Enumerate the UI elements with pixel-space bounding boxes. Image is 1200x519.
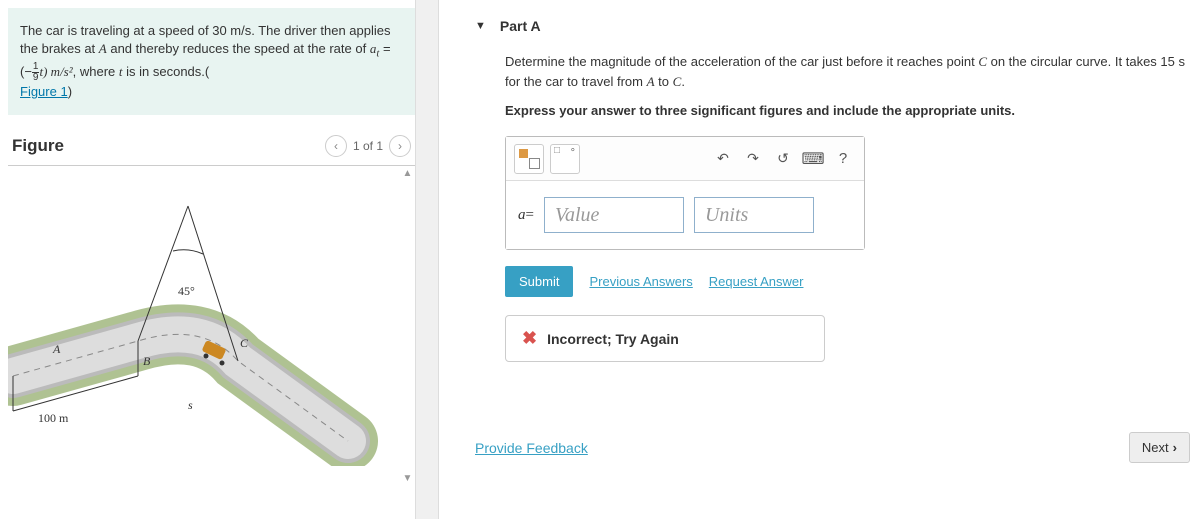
chevron-right-icon: ›	[1173, 440, 1177, 455]
figure-header: Figure ‹ 1 of 1 ›	[8, 115, 415, 165]
figure-link[interactable]: Figure 1	[20, 84, 68, 99]
figure-title: Figure	[12, 136, 64, 156]
next-button[interactable]: Next ›	[1129, 432, 1190, 463]
collapse-icon[interactable]: ▼	[475, 20, 486, 32]
problem-text: )	[68, 84, 72, 99]
provide-feedback-link[interactable]: Provide Feedback	[475, 440, 588, 456]
figure-counter: 1 of 1	[353, 139, 383, 153]
eq-rhs: t) m/s²	[39, 64, 72, 79]
point-a: A	[99, 41, 107, 56]
problem-text: The car is traveling at a speed of 30	[20, 23, 230, 38]
point-s-label: s	[188, 398, 193, 413]
point-c-label: C	[240, 336, 248, 351]
instruction: Express your answer to three significant…	[469, 103, 1190, 136]
incorrect-icon: ✖	[522, 328, 537, 349]
special-char-button[interactable]	[550, 144, 580, 174]
question-text: Determine the magnitude of the accelerat…	[469, 52, 1190, 103]
value-input[interactable]: Value	[544, 197, 684, 233]
part-title: Part A	[500, 18, 541, 34]
panel-divider[interactable]	[415, 0, 439, 519]
reset-icon[interactable]: ↺	[770, 146, 796, 172]
feedback-text: Incorrect; Try Again	[547, 331, 679, 347]
scroll-down-icon[interactable]: ▼	[401, 471, 415, 485]
variable-label: a =	[518, 197, 534, 233]
problem-text: and thereby reduces the speed at the rat…	[107, 41, 370, 56]
distance-label: 100 m	[38, 411, 68, 426]
q-text: Determine the magnitude of the accelerat…	[505, 54, 978, 69]
units-input[interactable]: Units	[694, 197, 814, 233]
next-label: Next	[1142, 440, 1169, 455]
scroll-up-icon[interactable]: ▲	[401, 166, 415, 180]
right-panel: ▼ Part A Determine the magnitude of the …	[439, 0, 1200, 519]
bottom-row: Provide Feedback Next ›	[469, 432, 1190, 463]
action-row: Submit Previous Answers Request Answer	[505, 266, 1190, 297]
figure-prev-button[interactable]: ‹	[325, 135, 347, 157]
request-answer-link[interactable]: Request Answer	[709, 274, 804, 289]
figure-body: 45° 100 m A B C s ▲ ▼	[8, 165, 415, 485]
figure-next-button[interactable]: ›	[389, 135, 411, 157]
keyboard-icon[interactable]: ⌨	[800, 146, 826, 172]
template-tool-button[interactable]	[514, 144, 544, 174]
submit-button[interactable]: Submit	[505, 266, 573, 297]
figure-scrollbar[interactable]: ▲ ▼	[399, 166, 415, 485]
left-panel: The car is traveling at a speed of 30 m/…	[0, 0, 415, 519]
answer-area: ↶ ↷ ↺ ⌨ ? a = Value Units	[505, 136, 865, 250]
answer-toolbar: ↶ ↷ ↺ ⌨ ?	[506, 137, 864, 181]
undo-icon[interactable]: ↶	[710, 146, 736, 172]
point-b-label: B	[143, 354, 150, 369]
figure-canvas: 45° 100 m A B C s	[8, 166, 399, 485]
input-row: a = Value Units	[506, 181, 864, 249]
problem-text: is in seconds.(	[123, 64, 210, 79]
angle-label: 45°	[178, 284, 195, 299]
q-point-c: C	[978, 54, 987, 69]
point-a-label: A	[53, 342, 60, 357]
help-button[interactable]: ?	[830, 146, 856, 172]
q-point-c2: C	[673, 74, 682, 89]
problem-statement: The car is traveling at a speed of 30 m/…	[8, 8, 415, 115]
q-text: .	[681, 74, 685, 89]
unit: m/s	[230, 23, 251, 38]
q-point-a: A	[647, 74, 655, 89]
previous-answers-link[interactable]: Previous Answers	[589, 274, 692, 289]
part-header: ▼ Part A	[469, 8, 1190, 52]
redo-icon[interactable]: ↷	[740, 146, 766, 172]
problem-text: , where	[73, 64, 119, 79]
q-text: to	[655, 74, 673, 89]
feedback-box: ✖ Incorrect; Try Again	[505, 315, 825, 362]
figure-nav: ‹ 1 of 1 ›	[325, 135, 411, 157]
